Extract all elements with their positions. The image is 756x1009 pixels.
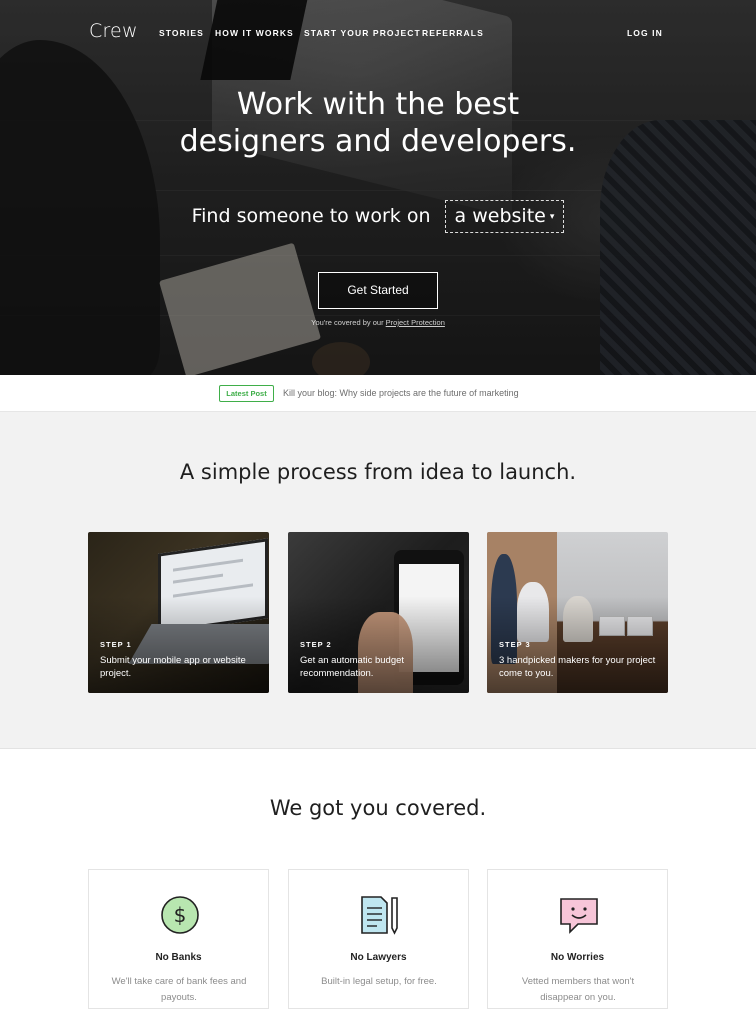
dollar-icon: $ [159,894,201,936]
project-protection-link[interactable]: Project Protection [386,318,445,327]
feature-card-no-banks: $ No Banks We'll take care of bank fees … [88,869,269,1009]
step-card-3[interactable]: STEP 3 3 handpicked makers for your proj… [487,532,668,693]
project-type-value: a website [454,205,546,227]
latest-post-link[interactable]: Kill your blog: Why side projects are th… [283,388,519,398]
nav-link-stories[interactable]: STORIES [159,28,204,38]
hero-section: Crew STORIES HOW IT WORKS START YOUR PRO… [0,0,756,375]
feature-text: Vetted members that won't disappear on y… [521,976,635,1003]
project-type-select[interactable]: a website ▾ [444,200,565,233]
latest-post-bar: Latest Post Kill your blog: Why side pro… [0,375,756,412]
find-someone-row: Find someone to work on a website ▾ [0,200,756,233]
process-title: A simple process from idea to launch. [179,460,577,484]
hero-headline-line1: Work with the best [236,87,520,122]
step-label: STEP 1 [100,640,132,649]
latest-post-badge: Latest Post [219,385,274,402]
chevron-down-icon: ▾ [549,212,555,222]
feature-card-no-lawyers: No Lawyers Built-in legal setup, for fre… [288,869,469,1009]
feature-title: No Worries [550,952,605,963]
nav-link-start-your-project[interactable]: START YOUR PROJECT [304,28,421,38]
step-text: Get an automatic budget recommendation. [300,655,405,679]
process-section: A simple process from idea to launch. ST… [0,412,756,749]
nav-link-how-it-works[interactable]: HOW IT WORKS [215,28,294,38]
top-nav: Crew STORIES HOW IT WORKS START YOUR PRO… [0,0,756,64]
nav-link-referrals[interactable]: REFERRALS [422,28,484,38]
feature-text: Built-in legal setup, for free. [321,976,437,987]
feature-text: We'll take care of bank fees and payouts… [111,976,247,1003]
feature-title: No Lawyers [350,952,407,963]
document-icon [359,894,401,936]
hero-headline: Work with the best designers and develop… [0,86,756,160]
get-started-button[interactable]: Get Started [318,272,438,309]
step-card-1[interactable]: STEP 1 Submit your mobile app or website… [88,532,269,693]
step-label: STEP 2 [300,640,332,649]
step-text: Submit your mobile app or website projec… [100,655,246,679]
step-label: STEP 3 [499,640,531,649]
svg-text:$: $ [174,903,187,927]
project-protection-note: You're covered by our Project Protection [0,318,756,327]
covered-prefix-text: You're covered by our [311,318,384,327]
feature-title: No Banks [155,952,202,963]
hero-headline-line2: designers and developers. [179,124,577,159]
nav-link-login[interactable]: LOG IN [627,28,663,38]
find-prefix-text: Find someone to work on [191,205,431,227]
crew-logo[interactable]: Crew [89,20,138,42]
feature-card-no-worries: No Worries Vetted members that won't dis… [487,869,668,1009]
covered-title: We got you covered. [269,796,487,820]
step-card-2[interactable]: STEP 2 Get an automatic budget recommend… [288,532,469,693]
step-text: 3 handpicked makers for your project com… [499,655,656,679]
smile-chat-icon [558,894,600,936]
